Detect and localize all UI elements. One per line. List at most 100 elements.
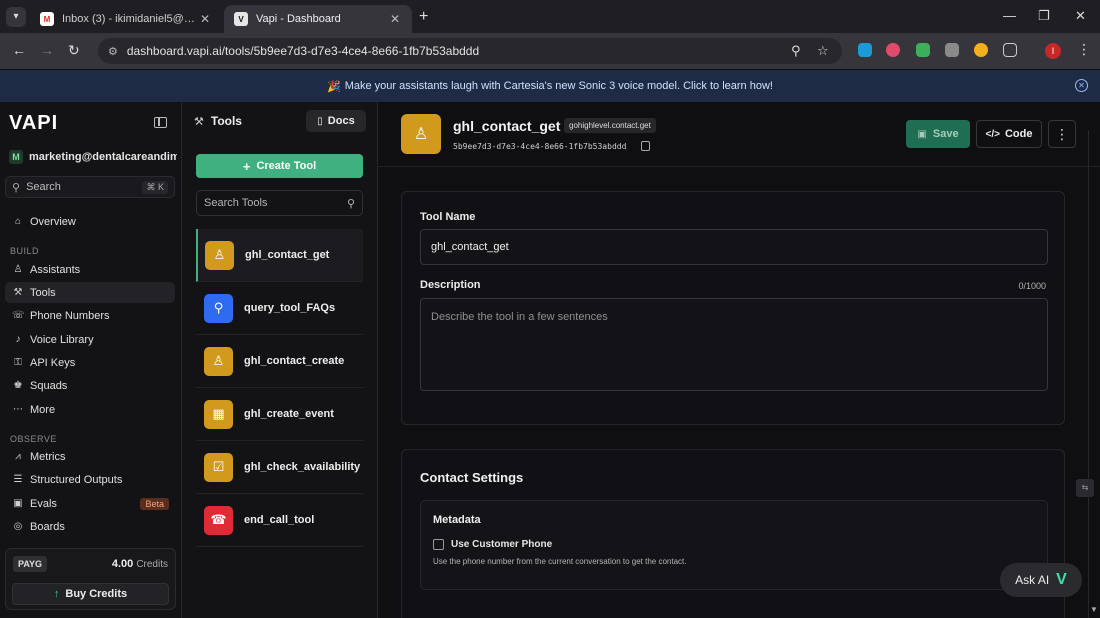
- description-textarea[interactable]: Describe the tool in a few sentences: [420, 298, 1048, 391]
- function-tag: gohighlevel.contact.get: [564, 118, 656, 133]
- search-label: Search: [26, 181, 61, 193]
- bookmark-star-icon[interactable]: ☆: [817, 43, 829, 59]
- plan-badge: PAYG: [13, 556, 48, 572]
- back-icon[interactable]: ←: [12, 42, 26, 58]
- sidebar-item-structured-outputs[interactable]: ☰ Structured Outputs: [5, 469, 175, 490]
- search-icon: ⚲: [346, 197, 355, 210]
- extensions-puzzle-icon[interactable]: [1003, 43, 1017, 57]
- org-switcher[interactable]: M marketing@dentalcareandimpla: [9, 150, 177, 164]
- credits-balance: 4.00 Credits: [112, 558, 168, 570]
- sidebar-item-more[interactable]: ⋯ More: [5, 399, 175, 420]
- vapi-logo[interactable]: VAPI: [9, 112, 58, 135]
- sidebar-item-voice-library[interactable]: ♪ Voice Library: [5, 329, 175, 350]
- tool-item-ghl-contact-create[interactable]: ♙ ghl_contact_create: [196, 335, 363, 388]
- restore-icon[interactable]: ❐: [1038, 8, 1050, 24]
- tool-item-query-tool-faqs[interactable]: ⚲ query_tool_FAQs: [196, 282, 363, 335]
- ask-ai-button[interactable]: Ask AI V: [1000, 563, 1082, 597]
- plus-icon: +: [242, 158, 251, 174]
- code-button[interactable]: </> Code: [976, 120, 1042, 148]
- reload-icon[interactable]: ↻: [68, 42, 80, 59]
- tab-search-button[interactable]: ▾: [6, 7, 26, 27]
- use-customer-phone-checkbox[interactable]: [433, 539, 444, 550]
- announcement-banner[interactable]: 🎉 Make your assistants laugh with Cartes…: [0, 70, 1100, 102]
- description-counter: 0/1000: [1018, 281, 1046, 291]
- banner-text: Make your assistants laugh with Cartesia…: [344, 80, 773, 92]
- sidebar-item-label: Metrics: [30, 450, 66, 463]
- sidebar-item-tools[interactable]: ⚒ Tools: [5, 282, 175, 303]
- profile-avatar[interactable]: I: [1045, 43, 1061, 59]
- zoom-icon[interactable]: ⚲: [791, 43, 801, 59]
- tool-item-ghl-check-availability[interactable]: ☑ ghl_check_availability: [196, 441, 363, 494]
- calendar-plus-icon: ▦: [204, 399, 233, 429]
- tool-item-ghl-contact-get[interactable]: ♙ ghl_contact_get: [196, 229, 363, 282]
- tab-vapi-dashboard[interactable]: V Vapi - Dashboard ✕: [224, 5, 412, 33]
- use-customer-phone-row[interactable]: Use Customer Phone: [433, 539, 552, 550]
- tab-gmail[interactable]: M Inbox (3) - ikimidaniel5@gmail. ✕: [30, 5, 222, 33]
- sidebar-item-metrics[interactable]: ⩘ Metrics: [5, 446, 175, 467]
- window-close-icon[interactable]: ✕: [1075, 8, 1086, 24]
- tool-item-ghl-create-event[interactable]: ▦ ghl_create_event: [196, 388, 363, 441]
- extension-circle-icon[interactable]: [974, 43, 988, 57]
- save-label: Save: [932, 128, 959, 140]
- extension-v-icon[interactable]: [858, 43, 872, 57]
- tool-name-input[interactable]: ghl_contact_get: [420, 229, 1048, 265]
- contact-settings-title: Contact Settings: [420, 470, 524, 485]
- extension-camera-icon[interactable]: [945, 43, 959, 57]
- tool-search-input[interactable]: Search Tools ⚲: [196, 190, 363, 216]
- sidebar-item-assistants[interactable]: ♙ Assistants: [5, 259, 175, 280]
- sidebar: VAPI M marketing@dentalcareandimpla ⚲ Se…: [0, 102, 182, 618]
- sidebar-item-label: Boards: [30, 520, 65, 533]
- more-options-button[interactable]: ⋮: [1048, 120, 1076, 148]
- browser-menu-icon[interactable]: ⋮: [1077, 41, 1091, 58]
- scrollbar[interactable]: [1088, 130, 1098, 618]
- tools-panel: ⚒ Tools ▯ Docs + Create Tool Search Tool…: [182, 102, 378, 618]
- save-button[interactable]: ▣ Save: [906, 120, 970, 148]
- create-tool-button[interactable]: + Create Tool: [196, 154, 363, 178]
- tab-title: Inbox (3) - ikimidaniel5@gmail.: [62, 13, 198, 25]
- evals-icon: ▣: [13, 498, 23, 509]
- tool-header: ♙ ghl_contact_get gohighlevel.contact.ge…: [378, 102, 1100, 167]
- tool-info-card: Tool Name ghl_contact_get Description 0/…: [401, 191, 1065, 425]
- tool-item-label: ghl_check_availability: [244, 461, 361, 473]
- buy-credits-button[interactable]: ↑ Buy Credits: [12, 583, 169, 605]
- tool-id: 5b9ee7d3-d7e3-4ce4-8e66-1fb7b53abddd: [453, 142, 627, 151]
- docs-button[interactable]: ▯ Docs: [306, 110, 366, 132]
- docs-label: Docs: [327, 115, 355, 127]
- close-icon[interactable]: ✕: [1075, 79, 1088, 92]
- forward-icon[interactable]: →: [40, 42, 54, 58]
- party-icon: 🎉: [327, 80, 341, 93]
- sidebar-item-overview[interactable]: ⌂ Overview: [5, 211, 175, 232]
- sidebar-item-label: Evals: [30, 497, 57, 510]
- url-field[interactable]: ⚙ dashboard.vapi.ai/tools/5b9ee7d3-d7e3-…: [98, 38, 842, 64]
- sidebar-item-boards[interactable]: ◎ Boards: [5, 516, 175, 537]
- minimize-icon[interactable]: —: [1003, 8, 1016, 23]
- sidebar-item-label: Overview: [30, 215, 76, 228]
- sidebar-item-squads[interactable]: ♚ Squads: [5, 375, 175, 396]
- tool-detail: ♙ ghl_contact_get gohighlevel.contact.ge…: [378, 102, 1100, 618]
- sidebar-item-evals[interactable]: ▣ Evals Beta: [5, 493, 175, 514]
- search-placeholder: Search Tools: [204, 197, 268, 209]
- users-icon: ♚: [13, 380, 23, 391]
- close-icon[interactable]: ✕: [388, 12, 402, 26]
- sidebar-item-label: Phone Numbers: [30, 309, 110, 322]
- tool-item-end-call-tool[interactable]: ☎ end_call_tool: [196, 494, 363, 547]
- url-text: dashboard.vapi.ai/tools/5b9ee7d3-d7e3-4c…: [126, 44, 480, 58]
- sidebar-search[interactable]: ⚲ Search ⌘ K: [5, 176, 175, 198]
- metadata-card: Metadata Use Customer Phone Use the phon…: [420, 500, 1048, 590]
- tools-title-label: Tools: [210, 114, 242, 128]
- sidebar-collapse-icon[interactable]: [154, 117, 167, 128]
- sidebar-item-label: Assistants: [30, 263, 81, 276]
- org-email: marketing@dentalcareandimpla: [29, 151, 177, 163]
- new-tab-button[interactable]: +: [419, 8, 428, 26]
- copy-icon[interactable]: [641, 141, 650, 151]
- chart-icon: ⩘: [15, 451, 21, 462]
- sidebar-item-phone-numbers[interactable]: ☏ Phone Numbers: [5, 305, 175, 326]
- scroll-down-icon[interactable]: ▼: [1090, 605, 1098, 614]
- close-icon[interactable]: ✕: [198, 12, 212, 26]
- sidebar-item-api-keys[interactable]: ⚿ API Keys: [5, 352, 175, 373]
- extension-pink-icon[interactable]: [886, 43, 900, 57]
- tab-title: Vapi - Dashboard: [256, 13, 341, 25]
- code-label: Code: [1004, 128, 1033, 140]
- extension-green-icon[interactable]: [916, 43, 930, 57]
- site-info-icon[interactable]: ⚙: [108, 45, 118, 58]
